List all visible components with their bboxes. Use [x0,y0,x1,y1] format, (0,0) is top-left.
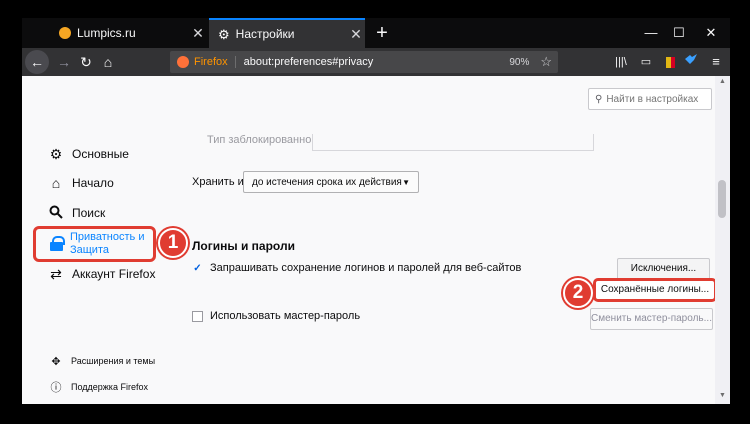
extension-icon[interactable] [659,52,681,72]
url-text[interactable]: about:preferences#privacy [244,56,510,68]
sidebar-item-privacy[interactable]: Приватность и Защита [33,226,156,262]
sidebar-item-label: Приватность и Защита [70,231,145,256]
scroll-down-icon[interactable]: ▼ [715,390,730,402]
ask-save-logins-checkbox[interactable]: ✓ [192,263,203,274]
sidebar-link-label: Расширения и темы [71,356,156,366]
scroll-thumb[interactable] [718,180,726,218]
nav-bar: ← → ↻ ⌂ Firefox about:preferences#privac… [22,48,730,76]
sidebar-item-search[interactable]: Поиск [47,201,105,225]
gear-icon: ⚙ [218,26,230,42]
sidebar-item-general[interactable]: ⚙ Основные [47,142,129,166]
preferences-page: ⚲ ⚙ Основные ⌂ Начало Поиск Приватность … [22,76,730,404]
search-icon: ⚲ [595,93,603,105]
forward-button[interactable]: → [52,50,76,74]
saved-logins-button[interactable]: Сохранённые логины... [593,278,717,302]
home-icon: ⌂ [51,175,61,191]
logins-section-title: Логины и пароли [192,239,295,253]
sidebar-icon[interactable]: ▭ [635,52,657,72]
master-password-label: Использовать мастер-пароль [210,310,361,322]
sidebar-link-addons[interactable]: ✥ Расширения и темы [49,352,155,370]
new-tab-button[interactable]: + [370,21,394,45]
tab-title: Lumpics.ru [77,26,136,40]
lock-icon [50,236,65,251]
home-button[interactable]: ⌂ [96,50,120,74]
sidebar-item-home[interactable]: ⌂ Начало [47,171,114,195]
sidebar-item-sync[interactable]: ⇄ Аккаунт Firefox [47,262,155,286]
search-input[interactable] [606,93,707,105]
keep-until-value: до истечения срока их действия [252,176,402,188]
master-password-checkbox[interactable] [192,310,203,322]
back-button[interactable]: ← [25,50,49,74]
tab-close-icon[interactable]: ✕ [189,26,207,40]
settings-search[interactable]: ⚲ [588,88,712,110]
close-window-button[interactable]: ✕ [694,18,728,48]
library-icon[interactable]: |||\ [610,52,632,72]
exceptions-button[interactable]: Исключения... [617,258,710,280]
dropdown-arrow-icon: ▼ [402,178,410,187]
tab-lumpics[interactable]: Lumpics.ru ✕ [50,18,207,48]
reload-button[interactable]: ↻ [74,50,98,74]
sidebar-link-label: Поддержка Firefox [71,382,148,392]
scroll-up-icon[interactable]: ▲ [715,76,730,88]
identity-label[interactable]: Firefox [194,56,236,68]
browser-window: Lumpics.ru ✕ ⚙ Настройки ✕ + — ☐ ✕ ← → ↻… [22,18,730,404]
url-bar[interactable]: Firefox about:preferences#privacy 90% ☆ [170,51,558,73]
gear-icon: ⚙ [49,145,63,162]
blocked-type-select[interactable] [312,134,594,151]
zoom-indicator[interactable]: 90% [509,57,529,68]
ask-save-logins-label: Запрашивать сохранение логинов и паролей… [210,262,522,274]
sidebar-item-label: Аккаунт Firefox [72,267,156,281]
lumpics-favicon-icon [59,27,71,39]
master-password-row[interactable]: Использовать мастер-пароль [192,310,360,322]
maximize-button[interactable]: ☐ [662,18,696,48]
sidebar-link-support[interactable]: ⓘ Поддержка Firefox [49,378,148,396]
sidebar-item-label: Начало [72,176,114,190]
menu-icon[interactable]: ≡ [705,52,727,72]
bookmark-star-icon[interactable]: ☆ [540,54,552,70]
tab-close-icon[interactable]: ✕ [347,27,365,41]
search-icon [47,205,65,222]
help-icon: ⓘ [50,382,62,394]
tab-settings[interactable]: ⚙ Настройки ✕ [209,18,365,48]
sidebar-item-label: Основные [72,147,129,161]
keep-label: Хранить их [192,176,250,188]
extension-bird-icon[interactable] [680,52,702,72]
sidebar-item-label: Поиск [72,206,106,220]
tab-title: Настройки [235,27,295,41]
sync-icon: ⇄ [50,265,62,282]
keep-until-select[interactable]: до истечения срока их действия ▼ [243,171,419,193]
firefox-logo-icon [177,56,189,68]
scrollbar[interactable]: ▲ ▼ [715,76,730,404]
tab-strip: Lumpics.ru ✕ ⚙ Настройки ✕ + — ☐ ✕ [22,18,730,48]
step-badge-2: 2 [563,278,593,308]
puzzle-icon: ✥ [51,355,61,368]
change-master-password-button[interactable]: Сменить мастер-пароль... [590,308,713,330]
ask-save-logins-row[interactable]: ✓ Запрашивать сохранение логинов и парол… [192,262,521,274]
step-badge-1: 1 [158,228,188,258]
